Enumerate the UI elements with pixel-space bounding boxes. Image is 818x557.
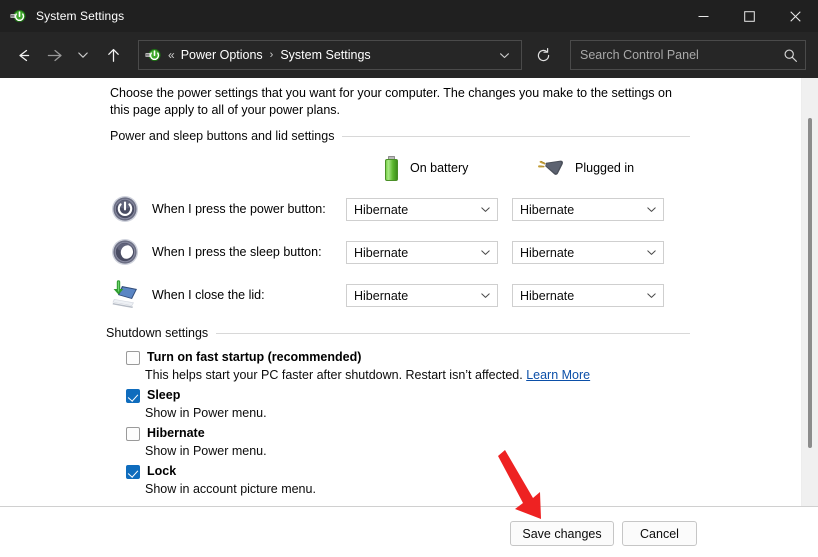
setting-row-label: When I press the power button:	[152, 202, 326, 216]
up-arrow-icon[interactable]	[98, 40, 128, 70]
option-hibernate[interactable]: Hibernate	[126, 426, 205, 441]
option-desc-text: Show in Power menu.	[145, 406, 267, 420]
navigation-toolbar: « Power Options › System Settings	[0, 32, 818, 78]
power-options-icon	[10, 8, 26, 24]
option-desc-hibernate: Show in Power menu.	[145, 444, 267, 458]
combo-value: Hibernate	[520, 289, 574, 303]
intro-text: Choose the power settings that you want …	[110, 85, 690, 119]
window-title: System Settings	[36, 0, 124, 32]
option-label: Hibernate	[147, 426, 205, 441]
minimize-icon[interactable]	[680, 0, 726, 32]
sleep-button-icon	[110, 237, 140, 267]
system-settings-window: System Settings	[0, 0, 818, 557]
section-divider	[342, 136, 690, 137]
checkbox-fast-startup[interactable]	[126, 351, 140, 365]
combo-sleep-button-on-battery[interactable]: Hibernate	[346, 241, 498, 264]
setting-row-label: When I press the sleep button:	[152, 245, 322, 259]
column-header-on-battery: On battery	[384, 155, 468, 181]
option-sleep[interactable]: Sleep	[126, 388, 180, 403]
search-icon[interactable]	[781, 46, 799, 64]
address-chevron-down-icon[interactable]	[491, 42, 517, 68]
forward-arrow-icon[interactable]	[38, 40, 68, 70]
search-box[interactable]	[570, 40, 806, 70]
option-desc-text: Show in Power menu.	[145, 444, 267, 458]
combo-sleep-button-plugged-in[interactable]: Hibernate	[512, 241, 664, 264]
breadcrumb-power-options[interactable]: Power Options	[181, 48, 263, 62]
power-button-icon	[110, 194, 140, 224]
option-desc-text: Show in account picture menu.	[145, 482, 316, 496]
combo-value: Hibernate	[354, 246, 408, 260]
section-header-shutdown: Shutdown settings	[106, 326, 690, 340]
combo-value: Hibernate	[520, 246, 574, 260]
combo-power-button-plugged-in[interactable]: Hibernate	[512, 198, 664, 221]
combo-value: Hibernate	[520, 203, 574, 217]
address-bar[interactable]: « Power Options › System Settings	[138, 40, 522, 70]
power-plug-icon	[534, 158, 564, 178]
laptop-lid-icon	[110, 280, 140, 310]
checkbox-lock[interactable]	[126, 465, 140, 479]
option-desc-sleep: Show in Power menu.	[145, 406, 267, 420]
breadcrumb-system-settings[interactable]: System Settings	[280, 48, 370, 62]
refresh-icon[interactable]	[528, 40, 558, 70]
column-label: Plugged in	[575, 161, 634, 175]
back-arrow-icon[interactable]	[8, 40, 38, 70]
chevron-down-icon[interactable]	[646, 247, 657, 258]
settings-content: Choose the power settings that you want …	[0, 78, 818, 506]
option-fast-startup[interactable]: Turn on fast startup (recommended)	[126, 350, 361, 365]
save-changes-button[interactable]: Save changes	[510, 521, 614, 546]
option-label: Sleep	[147, 388, 180, 403]
chevron-down-icon[interactable]	[646, 290, 657, 301]
combo-close-lid-plugged-in[interactable]: Hibernate	[512, 284, 664, 307]
title-bar: System Settings	[0, 0, 818, 32]
search-input[interactable]	[580, 42, 781, 68]
combo-power-button-on-battery[interactable]: Hibernate	[346, 198, 498, 221]
column-label: On battery	[410, 161, 468, 175]
chevron-down-icon[interactable]	[480, 290, 491, 301]
option-desc-lock: Show in account picture menu.	[145, 482, 316, 496]
breadcrumb-overflow[interactable]: «	[168, 48, 175, 62]
window-controls	[680, 0, 818, 32]
combo-close-lid-on-battery[interactable]: Hibernate	[346, 284, 498, 307]
cancel-button[interactable]: Cancel	[622, 521, 697, 546]
section-label: Shutdown settings	[106, 326, 216, 340]
maximize-icon[interactable]	[726, 0, 772, 32]
breadcrumb-separator: ›	[270, 49, 274, 61]
scrollbar-thumb[interactable]	[808, 118, 812, 448]
battery-icon	[384, 156, 399, 181]
chevron-down-icon[interactable]	[646, 204, 657, 215]
checkbox-hibernate[interactable]	[126, 427, 140, 441]
option-desc-fast-startup: This helps start your PC faster after sh…	[145, 368, 590, 382]
option-label: Lock	[147, 464, 176, 479]
column-header-plugged-in: Plugged in	[534, 155, 634, 181]
section-header-power-sleep: Power and sleep buttons and lid settings	[110, 129, 690, 143]
option-label: Turn on fast startup (recommended)	[147, 350, 361, 365]
learn-more-link[interactable]: Learn More	[526, 368, 590, 382]
option-desc-text: This helps start your PC faster after sh…	[145, 368, 526, 382]
setting-row-label: When I close the lid:	[152, 288, 265, 302]
option-lock[interactable]: Lock	[126, 464, 176, 479]
section-divider	[216, 333, 690, 334]
recent-locations-chevron-down-icon[interactable]	[68, 40, 98, 70]
chevron-down-icon[interactable]	[480, 204, 491, 215]
section-label: Power and sleep buttons and lid settings	[110, 129, 342, 143]
combo-value: Hibernate	[354, 203, 408, 217]
checkbox-sleep[interactable]	[126, 389, 140, 403]
dialog-footer: Save changes Cancel	[0, 506, 818, 557]
close-icon[interactable]	[772, 0, 818, 32]
combo-value: Hibernate	[354, 289, 408, 303]
vertical-scrollbar[interactable]	[801, 78, 818, 506]
address-power-options-icon	[145, 47, 161, 63]
chevron-down-icon[interactable]	[480, 247, 491, 258]
